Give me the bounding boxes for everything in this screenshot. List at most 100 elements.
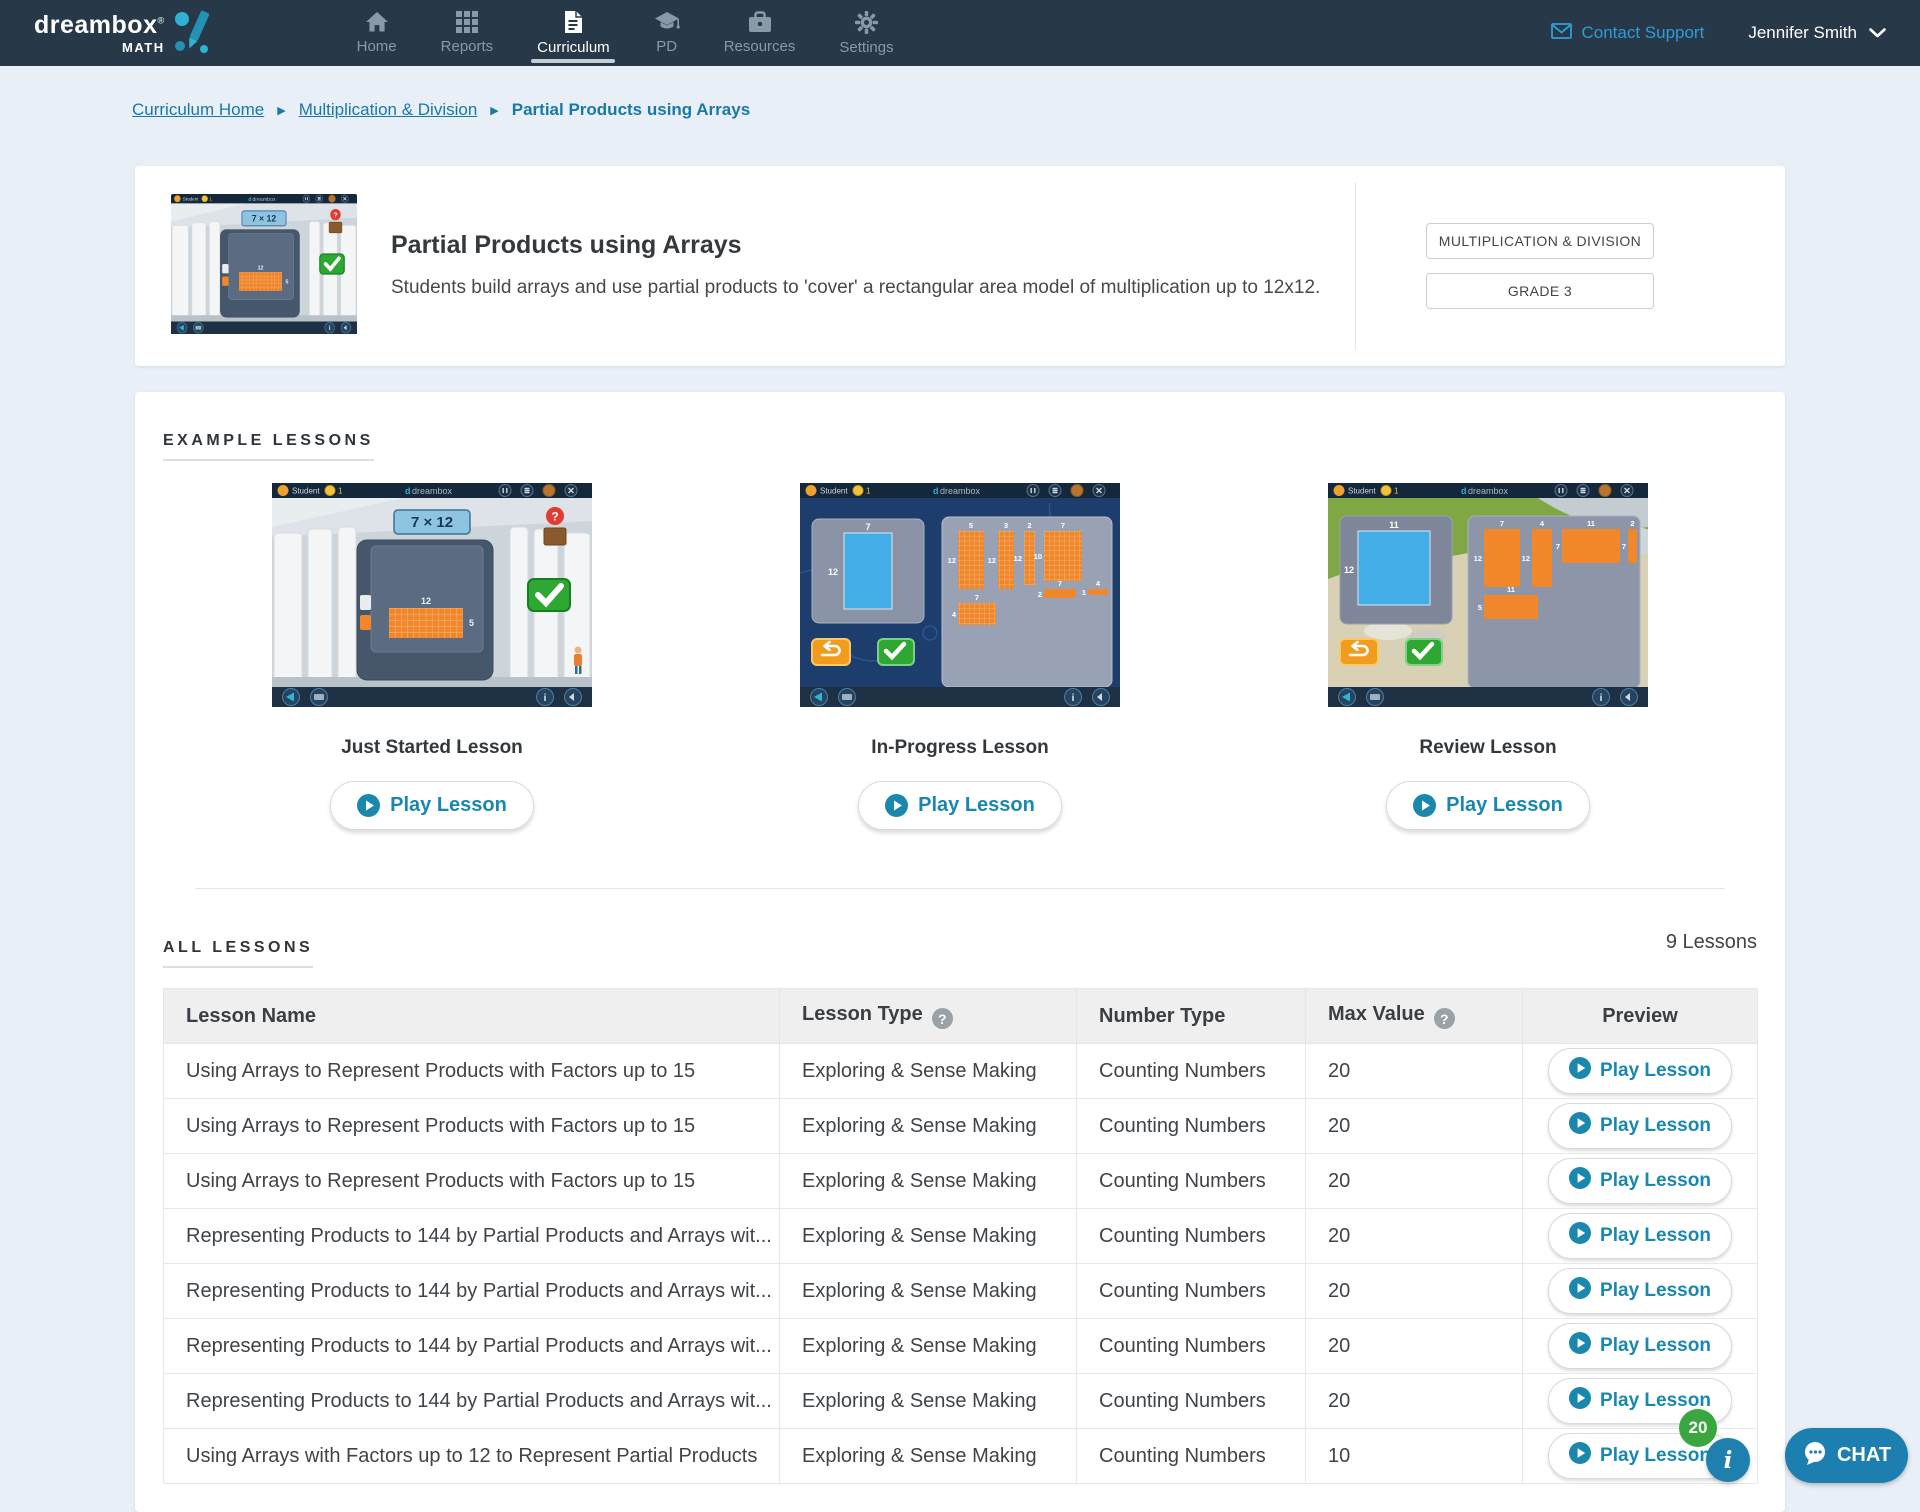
play-lesson-button[interactable]: Play Lesson bbox=[1548, 1158, 1732, 1204]
nav-item-home[interactable]: Home bbox=[335, 0, 419, 66]
example-caption: Review Lesson bbox=[1419, 737, 1556, 759]
breadcrumb-link-curriculum-home[interactable]: Curriculum Home bbox=[132, 100, 264, 120]
svg-text:2: 2 bbox=[1038, 590, 1042, 599]
dreambox-logo[interactable]: dreambox® MATH bbox=[34, 8, 215, 59]
play-lesson-button[interactable]: Play Lesson bbox=[330, 781, 534, 830]
number-type-cell: Counting Numbers bbox=[1077, 1374, 1306, 1429]
svg-text:11: 11 bbox=[1507, 585, 1515, 594]
play-icon bbox=[1569, 1167, 1591, 1195]
play-lesson-button[interactable]: Play Lesson bbox=[1548, 1323, 1732, 1369]
nav-item-settings[interactable]: Settings bbox=[817, 0, 915, 66]
mail-icon bbox=[1551, 23, 1572, 44]
brand-name: dreambox® bbox=[34, 13, 165, 38]
home-icon bbox=[365, 11, 389, 33]
game-hud: Student 1 d dreambox bbox=[272, 483, 592, 498]
lesson-description: Students build arrays and use partial pr… bbox=[391, 275, 1321, 302]
svg-text:?: ? bbox=[333, 210, 337, 219]
play-lesson-button[interactable]: Play Lesson bbox=[1548, 1103, 1732, 1149]
lessons-table: Lesson Name Lesson Type? Number Type Max… bbox=[163, 988, 1758, 1484]
play-lesson-button[interactable]: Play Lesson bbox=[1548, 1048, 1732, 1094]
briefcase-icon bbox=[748, 11, 772, 33]
expression-badge: 7 × 12 bbox=[394, 510, 470, 534]
max-value-cell: 20 bbox=[1306, 1044, 1523, 1099]
svg-text:7: 7 bbox=[1058, 579, 1062, 588]
play-icon bbox=[1569, 1442, 1591, 1470]
game-toolbar: i bbox=[272, 687, 592, 707]
help-icon[interactable]: ? bbox=[932, 1008, 953, 1029]
help-icon[interactable]: ? bbox=[1434, 1008, 1455, 1029]
info-button[interactable]: i bbox=[1706, 1438, 1750, 1482]
chevron-down-icon bbox=[1869, 23, 1886, 43]
breadcrumb-current: Partial Products using Arrays bbox=[512, 100, 750, 120]
undo-button bbox=[1340, 639, 1378, 665]
play-lesson-label: Play Lesson bbox=[1600, 1225, 1711, 1247]
example-in-progress: 7 12 bbox=[800, 483, 1120, 830]
table-row: Representing Products to 144 by Partial … bbox=[164, 1319, 1758, 1374]
nav-item-label: PD bbox=[656, 38, 677, 55]
play-lesson-label: Play Lesson bbox=[1600, 1335, 1711, 1357]
breadcrumb-link-mult-division[interactable]: Multiplication & Division bbox=[299, 100, 478, 120]
lesson-type-cell: Exploring & Sense Making bbox=[780, 1099, 1077, 1154]
lesson-tags: MULTIPLICATION & DIVISION GRADE 3 bbox=[1390, 223, 1690, 309]
svg-text:2: 2 bbox=[1027, 521, 1031, 530]
header-divider bbox=[1355, 182, 1356, 350]
chat-bubble-icon bbox=[1802, 1441, 1828, 1471]
max-value-cell: 20 bbox=[1306, 1319, 1523, 1374]
nav-item-curriculum[interactable]: Curriculum bbox=[515, 0, 632, 66]
gear-icon bbox=[855, 11, 878, 34]
svg-text:2: 2 bbox=[1630, 519, 1634, 528]
number-type-cell: Counting Numbers bbox=[1077, 1319, 1306, 1374]
section-divider bbox=[195, 888, 1725, 889]
lesson-type-cell: Exploring & Sense Making bbox=[780, 1154, 1077, 1209]
table-row: Representing Products to 144 by Partial … bbox=[164, 1374, 1758, 1429]
svg-text:11: 11 bbox=[1389, 520, 1399, 530]
max-value-cell: 10 bbox=[1306, 1429, 1523, 1484]
svg-text:7 × 12: 7 × 12 bbox=[252, 213, 276, 223]
game-hud: Student 1 d dreambox bbox=[1328, 483, 1648, 498]
svg-text:d: d bbox=[1461, 486, 1467, 496]
play-lesson-label: Play Lesson bbox=[1600, 1445, 1711, 1467]
play-icon bbox=[1569, 1057, 1591, 1085]
chat-button[interactable]: CHAT bbox=[1785, 1428, 1908, 1483]
notification-badge: 20 bbox=[1679, 1409, 1717, 1447]
table-row: Representing Products to 144 by Partial … bbox=[164, 1209, 1758, 1264]
check-button bbox=[1406, 639, 1442, 665]
brand-sub: MATH bbox=[122, 41, 165, 54]
contact-support-link[interactable]: Contact Support bbox=[1551, 23, 1704, 44]
svg-text:Student: Student bbox=[820, 487, 848, 496]
svg-text:1: 1 bbox=[866, 487, 871, 496]
all-lessons-header: ALL LESSONS 9 Lessons bbox=[135, 931, 1785, 968]
number-type-cell: Counting Numbers bbox=[1077, 1154, 1306, 1209]
nav-item-reports[interactable]: Reports bbox=[419, 0, 516, 66]
lesson-preview-image: 11 12 bbox=[1328, 483, 1648, 707]
nav-item-resources[interactable]: Resources bbox=[702, 0, 818, 66]
all-lessons-heading: ALL LESSONS bbox=[163, 939, 313, 968]
tag-strand: MULTIPLICATION & DIVISION bbox=[1426, 223, 1654, 259]
play-lesson-button[interactable]: Play Lesson bbox=[858, 781, 1062, 830]
play-icon bbox=[1569, 1222, 1591, 1250]
user-menu[interactable]: Jennifer Smith bbox=[1748, 23, 1886, 43]
svg-text:10: 10 bbox=[1034, 552, 1042, 561]
play-icon bbox=[1413, 794, 1436, 817]
lesson-preview-image: 7 × 12 ? 12 5 bbox=[272, 483, 592, 707]
example-caption: In-Progress Lesson bbox=[871, 737, 1048, 759]
play-lesson-label: Play Lesson bbox=[1446, 794, 1563, 817]
contact-support-label: Contact Support bbox=[1581, 23, 1704, 43]
play-lesson-button[interactable]: Play Lesson bbox=[1548, 1268, 1732, 1314]
svg-text:12: 12 bbox=[988, 556, 996, 565]
play-lesson-label: Play Lesson bbox=[1600, 1170, 1711, 1192]
svg-text:1: 1 bbox=[338, 487, 343, 496]
max-value-cell: 20 bbox=[1306, 1099, 1523, 1154]
number-type-cell: Counting Numbers bbox=[1077, 1044, 1306, 1099]
nav-item-label: Settings bbox=[839, 39, 893, 56]
play-lesson-button[interactable]: Play Lesson bbox=[1386, 781, 1590, 830]
lessons-card: EXAMPLE LESSONS 7 × 12 bbox=[135, 392, 1785, 1512]
lesson-name-cell: Representing Products to 144 by Partial … bbox=[164, 1264, 780, 1319]
svg-text:7: 7 bbox=[975, 593, 979, 602]
max-value-cell: 20 bbox=[1306, 1209, 1523, 1264]
nav-item-pd[interactable]: PD bbox=[632, 0, 702, 66]
svg-text:i: i bbox=[1072, 693, 1075, 704]
lesson-header-card: 7 × 12 ? 12 5 Student 1 d dreambox bbox=[135, 166, 1785, 366]
play-lesson-button[interactable]: Play Lesson bbox=[1548, 1213, 1732, 1259]
nav-item-label: Reports bbox=[441, 38, 494, 55]
